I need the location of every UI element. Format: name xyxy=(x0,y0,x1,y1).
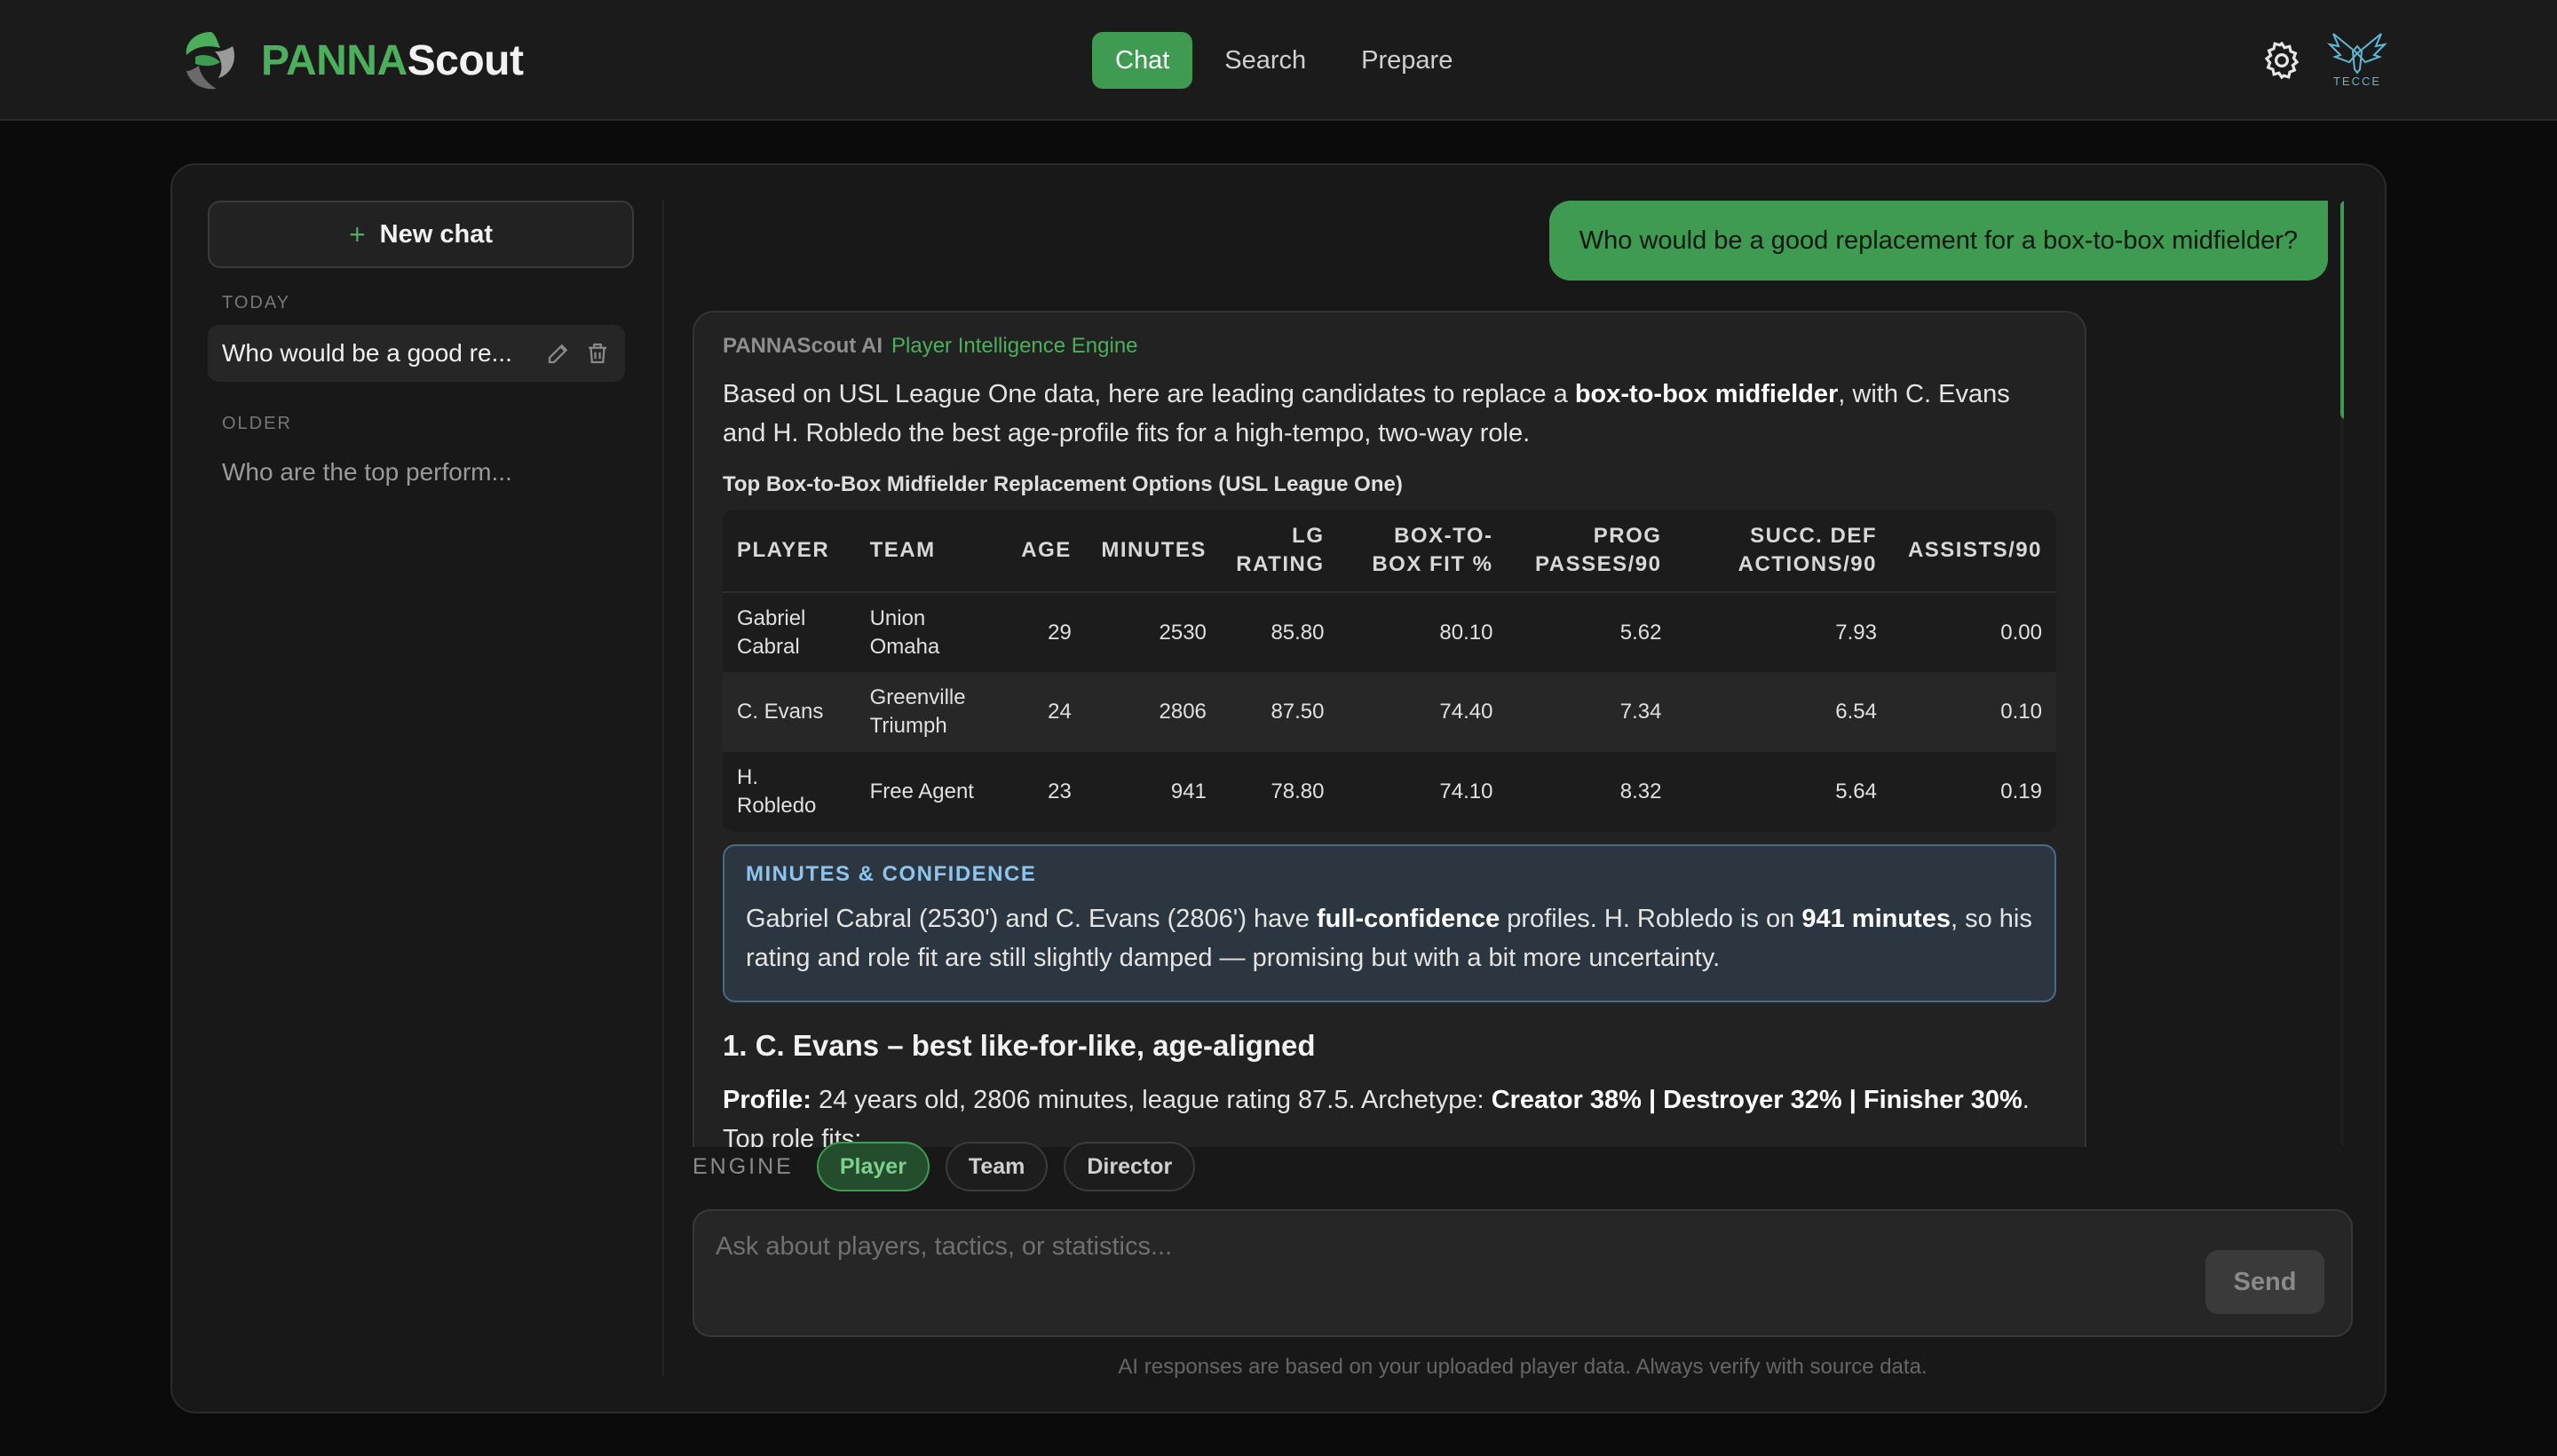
engine-team-button[interactable]: Team xyxy=(945,1142,1049,1191)
new-chat-label: New chat xyxy=(379,219,493,249)
message-input[interactable] xyxy=(716,1232,2172,1312)
badge-text: TECCE xyxy=(2333,75,2381,88)
engine-director-button[interactable]: Director xyxy=(1064,1142,1196,1191)
older-section-label: OLDER xyxy=(222,414,292,433)
trash-icon[interactable] xyxy=(584,340,611,367)
disclaimer-text: AI responses are based on your uploaded … xyxy=(1118,1355,1928,1379)
top-navigation-bar: PANNAScout Chat Search Prepare TECCE xyxy=(0,0,2557,121)
app-name: PANNAScout xyxy=(261,36,524,84)
new-chat-button[interactable]: + New chat xyxy=(208,201,634,268)
chat-history-item[interactable]: Who would be a good re... xyxy=(208,325,625,382)
plus-icon: + xyxy=(348,218,366,250)
chat-history-title: Who are the top perform... xyxy=(222,458,512,486)
sidebar-divider xyxy=(662,201,664,1376)
eagle-badge-icon[interactable]: TECCE xyxy=(2326,27,2388,94)
main-nav: Chat Search Prepare xyxy=(1092,32,1476,89)
main-panel: + New chat TODAY Who would be a good re.… xyxy=(170,163,2387,1413)
panna-logo-icon xyxy=(186,32,235,90)
app-logo[interactable]: PANNAScout xyxy=(176,27,524,94)
engine-label: ENGINE xyxy=(693,1153,794,1179)
today-section-label: TODAY xyxy=(222,293,291,313)
nav-prepare[interactable]: Prepare xyxy=(1338,32,1476,89)
edit-icon[interactable] xyxy=(545,340,572,367)
chat-history-title: Who would be a good re... xyxy=(222,339,512,367)
chat-history-sidebar: + New chat TODAY Who would be a good re.… xyxy=(208,201,634,1376)
nav-search[interactable]: Search xyxy=(1201,32,1329,89)
gear-icon[interactable] xyxy=(2260,39,2303,82)
engine-selector: ENGINE Player Team Director xyxy=(693,1142,1196,1191)
send-button[interactable]: Send xyxy=(2205,1250,2324,1314)
chat-history-item[interactable]: Who are the top perform... xyxy=(208,444,625,501)
nav-chat[interactable]: Chat xyxy=(1092,32,1193,89)
engine-player-button[interactable]: Player xyxy=(816,1142,930,1191)
message-composer: Send xyxy=(693,1209,2353,1337)
